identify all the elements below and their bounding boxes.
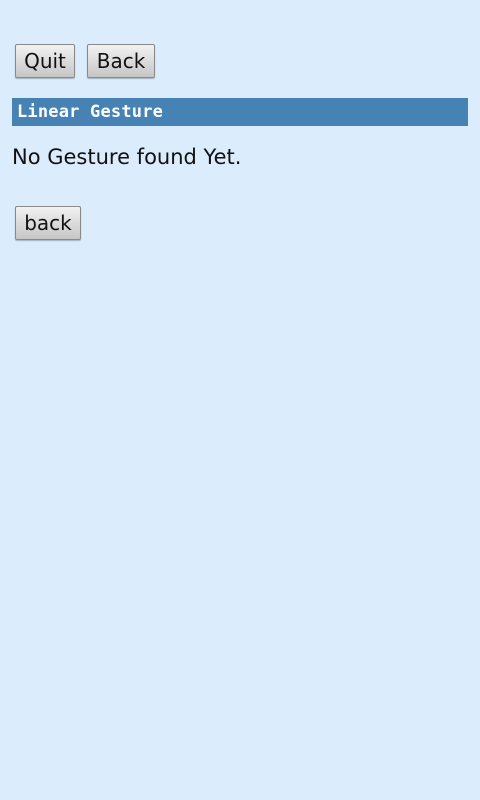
gesture-status-text: No Gesture found Yet. bbox=[12, 145, 242, 169]
section-header: Linear Gesture bbox=[12, 98, 468, 126]
quit-button[interactable]: Quit bbox=[15, 44, 75, 78]
back-button[interactable]: back bbox=[15, 206, 81, 240]
back-button-top[interactable]: Back bbox=[87, 44, 155, 78]
section-header-title: Linear Gesture bbox=[17, 102, 164, 122]
